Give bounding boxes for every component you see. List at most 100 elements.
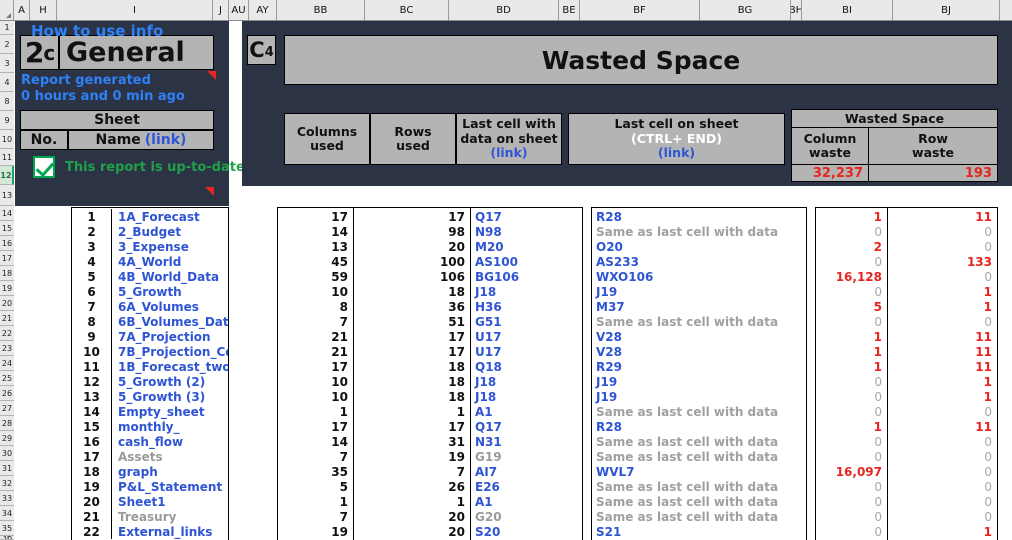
cell-last-cell-with-data[interactable]: M20 [471, 239, 581, 254]
cell-last-cell-with-data[interactable]: U17 [471, 344, 581, 359]
cell-last-cell-on-sheet[interactable]: J19 [592, 374, 806, 389]
sheet-name-link[interactable]: 5_Growth (2) [113, 374, 228, 389]
row-header-18[interactable]: 18 [0, 266, 14, 281]
list-item[interactable]: 3 3_Expense [72, 239, 228, 254]
cell-last-cell-with-data[interactable]: Q18 [471, 359, 581, 374]
column-header-au[interactable]: AU [229, 0, 249, 20]
cell-last-cell-on-sheet[interactable]: WVL7 [592, 464, 806, 479]
column-header-bj[interactable]: BJ [893, 0, 1000, 20]
row-header-29[interactable]: 29 [0, 431, 14, 446]
header-link[interactable]: (link) [490, 145, 527, 160]
row-header-36[interactable]: 36 [0, 536, 14, 540]
cell-last-cell-with-data[interactable]: AI7 [471, 464, 581, 479]
row-header-35[interactable]: 35 [0, 521, 14, 536]
sheet-name-link[interactable]: 1B_Forecast_two [113, 359, 228, 374]
row-header-24[interactable]: 24 [0, 356, 14, 371]
comment-indicator-icon[interactable] [207, 71, 216, 80]
sheet-name-link[interactable]: 6A_Volumes [113, 299, 228, 314]
list-item[interactable]: 21 Treasury [72, 509, 228, 524]
column-header-i[interactable]: I [57, 0, 213, 20]
list-item[interactable]: 15 monthly_ [72, 419, 228, 434]
sheet-name-link[interactable]: 4A_World [113, 254, 228, 269]
comment-indicator-icon[interactable] [205, 187, 214, 196]
cell-last-cell-with-data[interactable]: E26 [471, 479, 581, 494]
column-header-a[interactable]: A [14, 0, 30, 20]
sheet-name-link[interactable]: P&L_Statement [113, 479, 228, 494]
column-header-bg[interactable]: BG [700, 0, 791, 20]
row-header-8[interactable]: 8 [0, 92, 14, 111]
cell-last-cell-with-data[interactable]: H36 [471, 299, 581, 314]
cell-last-cell-on-sheet[interactable]: R28 [592, 209, 806, 224]
row-header-32[interactable]: 32 [0, 476, 14, 491]
list-item[interactable]: 17 Assets [72, 449, 228, 464]
cell-last-cell-on-sheet[interactable]: J19 [592, 284, 806, 299]
sheet-name-link[interactable]: 5_Growth (3) [113, 389, 228, 404]
row-header-2[interactable]: 2 [0, 35, 14, 54]
cell-last-cell-on-sheet[interactable]: J19 [592, 389, 806, 404]
sheet-name-link[interactable]: graph [113, 464, 228, 479]
sheet-name-link[interactable]: 1A_Forecast [113, 209, 228, 224]
row-header-13[interactable]: 13 [0, 185, 14, 206]
row-header-3[interactable]: 3 [0, 54, 14, 73]
list-item[interactable]: 14 Empty_sheet [72, 404, 228, 419]
cell-last-cell-with-data[interactable]: AS100 [471, 254, 581, 269]
cell-last-cell-on-sheet[interactable]: R29 [592, 359, 806, 374]
column-header-h[interactable]: H [30, 0, 57, 20]
cell-last-cell-with-data[interactable]: U17 [471, 329, 581, 344]
cell-last-cell-with-data[interactable]: N98 [471, 224, 581, 239]
cell-last-cell-with-data[interactable]: N31 [471, 434, 581, 449]
row-header-20[interactable]: 20 [0, 296, 14, 311]
column-header-bf[interactable]: BF [580, 0, 700, 20]
row-header-16[interactable]: 16 [0, 236, 14, 251]
list-item[interactable]: 20 Sheet1 [72, 494, 228, 509]
row-header-31[interactable]: 31 [0, 461, 14, 476]
row-header-1[interactable]: 1 [0, 21, 14, 35]
column-header-j[interactable]: J [213, 0, 229, 20]
sheet-name-link[interactable]: 2_Budget [113, 224, 228, 239]
row-header-25[interactable]: 25 [0, 371, 14, 386]
row-header-10[interactable]: 10 [0, 130, 14, 149]
list-item[interactable]: 22 External_links [72, 524, 228, 539]
cell-last-cell-on-sheet[interactable]: V28 [592, 329, 806, 344]
row-header-33[interactable]: 33 [0, 491, 14, 506]
cell-last-cell-with-data[interactable]: S20 [471, 524, 581, 539]
row-header-9[interactable]: 9 [0, 111, 14, 130]
sheet-name-link[interactable]: monthly_ [113, 419, 228, 434]
sheet-name-link[interactable]: 5_Growth [113, 284, 228, 299]
cell-last-cell-with-data[interactable]: Q17 [471, 209, 581, 224]
sheet-name-link[interactable]: Empty_sheet [113, 404, 228, 419]
how-to-use-label[interactable]: How to use info [31, 21, 163, 41]
row-header-17[interactable]: 17 [0, 251, 14, 266]
row-header-28[interactable]: 28 [0, 416, 14, 431]
list-item[interactable]: 5 4B_World_Data [72, 269, 228, 284]
sheet-name-link[interactable]: 6B_Volumes_Data [113, 314, 228, 329]
row-header-15[interactable]: 15 [0, 221, 14, 236]
list-item[interactable]: 12 5_Growth (2) [72, 374, 228, 389]
list-item[interactable]: 1 1A_Forecast [72, 209, 228, 224]
sheet-name-link[interactable]: 4B_World_Data [113, 269, 228, 284]
cell-last-cell-on-sheet[interactable]: WXO106 [592, 269, 806, 284]
cell-last-cell-with-data[interactable]: Q17 [471, 419, 581, 434]
list-item[interactable]: 2 2_Budget [72, 224, 228, 239]
column-header-bh[interactable]: BH [791, 0, 802, 20]
cell-last-cell-on-sheet[interactable]: M37 [592, 299, 806, 314]
sheet-name-link[interactable]: External_links [113, 524, 228, 539]
row-header-12[interactable]: 12 [0, 166, 14, 185]
column-header-bb[interactable]: BB [277, 0, 365, 20]
sheet-name-link[interactable]: 3_Expense [113, 239, 228, 254]
list-item[interactable]: 18 graph [72, 464, 228, 479]
list-item[interactable]: 8 6B_Volumes_Data [72, 314, 228, 329]
sheet-name-link[interactable]: 7B_Projection_Copy [113, 344, 228, 359]
cell-last-cell-on-sheet[interactable]: S21 [592, 524, 806, 539]
header-link[interactable]: (link) [658, 145, 695, 160]
column-header-be[interactable]: BE [559, 0, 580, 20]
row-header-34[interactable]: 34 [0, 506, 14, 521]
sheet-name-link[interactable]: 7A_Projection [113, 329, 228, 344]
list-item[interactable]: 4 4A_World [72, 254, 228, 269]
sheet-name-link[interactable]: cash_flow [113, 434, 228, 449]
sheet-name-header-link[interactable]: (link) [145, 132, 187, 148]
row-header-26[interactable]: 26 [0, 386, 14, 401]
column-header-bc[interactable]: BC [365, 0, 449, 20]
list-item[interactable]: 11 1B_Forecast_two [72, 359, 228, 374]
row-header-30[interactable]: 30 [0, 446, 14, 461]
